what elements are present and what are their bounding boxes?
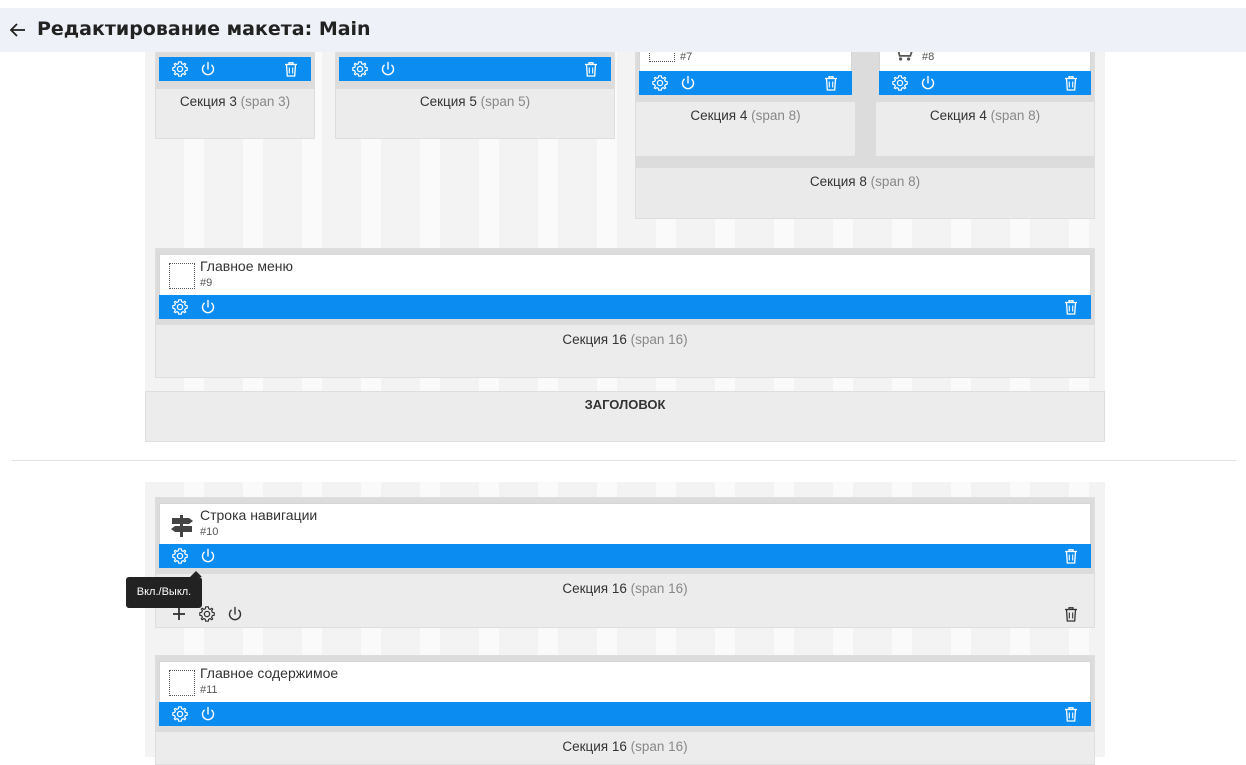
section-span16-menu[interactable]: Главное меню #9 Секция 16 (span 16) xyxy=(155,248,1095,378)
gear-icon[interactable] xyxy=(171,547,189,565)
section-label: Секция 4 (span 8) xyxy=(929,108,1041,123)
module-card[interactable]: #7 xyxy=(639,44,852,72)
module-toolbar xyxy=(159,57,311,81)
header-area-label: ЗАГОЛОВОК xyxy=(584,397,666,412)
trash-icon[interactable] xyxy=(822,74,840,92)
module-toolbar xyxy=(879,71,1091,95)
section-label: Секция 5 (span 5) xyxy=(419,94,531,109)
tooltip: Вкл./Выкл. xyxy=(126,571,202,608)
divider xyxy=(12,460,1236,461)
gear-icon[interactable] xyxy=(351,60,369,78)
module-toolbar xyxy=(639,71,852,95)
gear-icon[interactable] xyxy=(198,605,216,623)
module-toolbar xyxy=(339,57,611,81)
section-span16-nav[interactable]: Строка навигации #10 Секция 16 (span 16) xyxy=(155,497,1095,628)
power-icon[interactable] xyxy=(199,298,217,316)
module-toolbar xyxy=(159,295,1091,319)
section-span5[interactable]: Секция 5 (span 5) xyxy=(335,52,615,139)
module-card[interactable]: #8 xyxy=(879,47,1091,72)
section-label: Секция 16 (span 16) xyxy=(562,581,688,596)
top-bar: Редактирование макета: Main xyxy=(0,8,1246,52)
power-icon[interactable] xyxy=(226,605,244,623)
section-span3[interactable]: Секция 3 (span 3) xyxy=(155,52,315,139)
section-label: Секция 16 (span 16) xyxy=(562,739,688,754)
placeholder-icon xyxy=(169,263,195,289)
power-icon[interactable] xyxy=(199,705,217,723)
module-card[interactable]: Главное меню #9 xyxy=(159,254,1091,296)
trash-icon[interactable] xyxy=(1062,298,1080,316)
section-span4-left[interactable]: #7 Секция 4 (span 8) xyxy=(636,44,855,155)
module-card[interactable]: Строка навигации #10 xyxy=(159,503,1091,545)
section-label: Секция 8 (span 8) xyxy=(809,174,921,189)
trash-icon[interactable] xyxy=(1062,605,1080,623)
gear-icon[interactable] xyxy=(891,74,909,92)
power-icon[interactable] xyxy=(379,60,397,78)
section-label: Секция 4 (span 8) xyxy=(690,108,801,123)
module-toolbar xyxy=(159,544,1091,568)
section-span4-right[interactable]: #8 Секция 4 (span 8) xyxy=(876,47,1094,155)
gear-icon[interactable] xyxy=(651,74,669,92)
power-icon[interactable] xyxy=(199,60,217,78)
placeholder-icon xyxy=(169,670,195,696)
power-icon[interactable] xyxy=(679,74,697,92)
gear-icon[interactable] xyxy=(171,60,189,78)
trash-icon[interactable] xyxy=(1062,74,1080,92)
header-area[interactable]: ЗАГОЛОВОК xyxy=(145,391,1105,442)
power-icon[interactable] xyxy=(919,74,937,92)
gear-icon[interactable] xyxy=(171,298,189,316)
module-card[interactable]: Главное содержимое #11 xyxy=(159,661,1091,703)
section-span16-content[interactable]: Главное содержимое #11 Секция 16 (span 1… xyxy=(155,655,1095,765)
module-toolbar xyxy=(159,702,1091,726)
trash-icon[interactable] xyxy=(1062,547,1080,565)
back-arrow-icon[interactable] xyxy=(8,20,28,40)
page-title: Редактирование макета: Main xyxy=(37,18,371,40)
gear-icon[interactable] xyxy=(171,705,189,723)
power-icon[interactable] xyxy=(199,547,217,565)
trash-icon[interactable] xyxy=(282,60,300,78)
signpost-icon xyxy=(171,515,193,537)
trash-icon[interactable] xyxy=(1062,705,1080,723)
section-label: Секция 16 (span 16) xyxy=(562,332,688,347)
trash-icon[interactable] xyxy=(582,60,600,78)
section-label: Секция 3 (span 3) xyxy=(179,94,291,109)
